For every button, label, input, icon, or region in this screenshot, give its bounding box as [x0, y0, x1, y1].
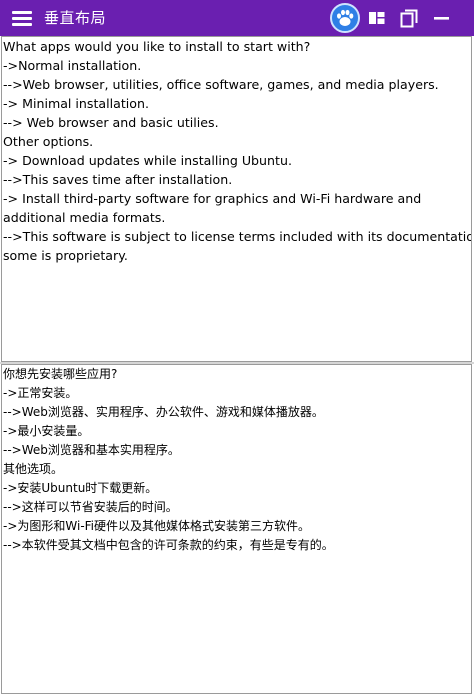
text-line: Other options.: [3, 134, 94, 149]
text-line: 其他选项。: [3, 462, 64, 476]
app-window: 垂直布局 What apps would you like to install…: [0, 0, 474, 697]
text-line: -->This saves time after installation.: [3, 172, 233, 187]
english-text-pane[interactable]: What apps would you like to install to s…: [1, 36, 472, 362]
text-line: --> Web browser and basic utilies.: [3, 115, 219, 130]
text-line: ->最小安装量。: [3, 424, 90, 438]
english-text-content: What apps would you like to install to s…: [2, 37, 471, 265]
text-line: -->这样可以节省安装后的时间。: [3, 500, 178, 514]
chinese-text-content: 你想先安装哪些应用? ->正常安装。 -->Web浏览器、实用程序、办公软件、游…: [2, 365, 471, 555]
text-line: 你想先安装哪些应用?: [3, 367, 118, 381]
text-line: ->安装Ubuntu时下载更新。: [3, 481, 158, 495]
text-line: -> Minimal installation.: [3, 96, 149, 111]
text-line: ->Normal installation.: [3, 58, 142, 73]
minimize-icon[interactable]: [431, 7, 453, 29]
restore-window-icon[interactable]: [398, 7, 420, 29]
text-line: -->Web浏览器、实用程序、办公软件、游戏和媒体播放器。: [3, 405, 324, 419]
text-line: ->为图形和Wi-Fi硬件以及其他媒体格式安装第三方软件。: [3, 519, 311, 533]
text-line: ->正常安装。: [3, 386, 78, 400]
paw-app-icon[interactable]: [330, 3, 360, 33]
hamburger-menu-icon[interactable]: [12, 10, 32, 26]
text-line: What apps would you like to install to s…: [3, 39, 311, 54]
title-bar: 垂直布局: [0, 0, 474, 36]
text-line: additional media formats.: [3, 210, 166, 225]
text-line: -->本软件受其文档中包含的许可条款的约束，有些是专有的。: [3, 538, 334, 552]
text-line: -> Download updates while installing Ubu…: [3, 153, 292, 168]
text-line: -->This software is subject to license t…: [3, 229, 472, 244]
text-line: -> Install third-party software for grap…: [3, 191, 422, 206]
grid-layout-icon[interactable]: [366, 7, 388, 29]
text-line: -->Web浏览器和基本实用程序。: [3, 443, 180, 457]
chinese-text-pane[interactable]: 你想先安装哪些应用? ->正常安装。 -->Web浏览器、实用程序、办公软件、游…: [1, 364, 472, 694]
text-line: some is proprietary.: [3, 248, 128, 263]
text-line: -->Web browser, utilities, office softwa…: [3, 77, 439, 92]
window-title: 垂直布局: [44, 9, 107, 27]
